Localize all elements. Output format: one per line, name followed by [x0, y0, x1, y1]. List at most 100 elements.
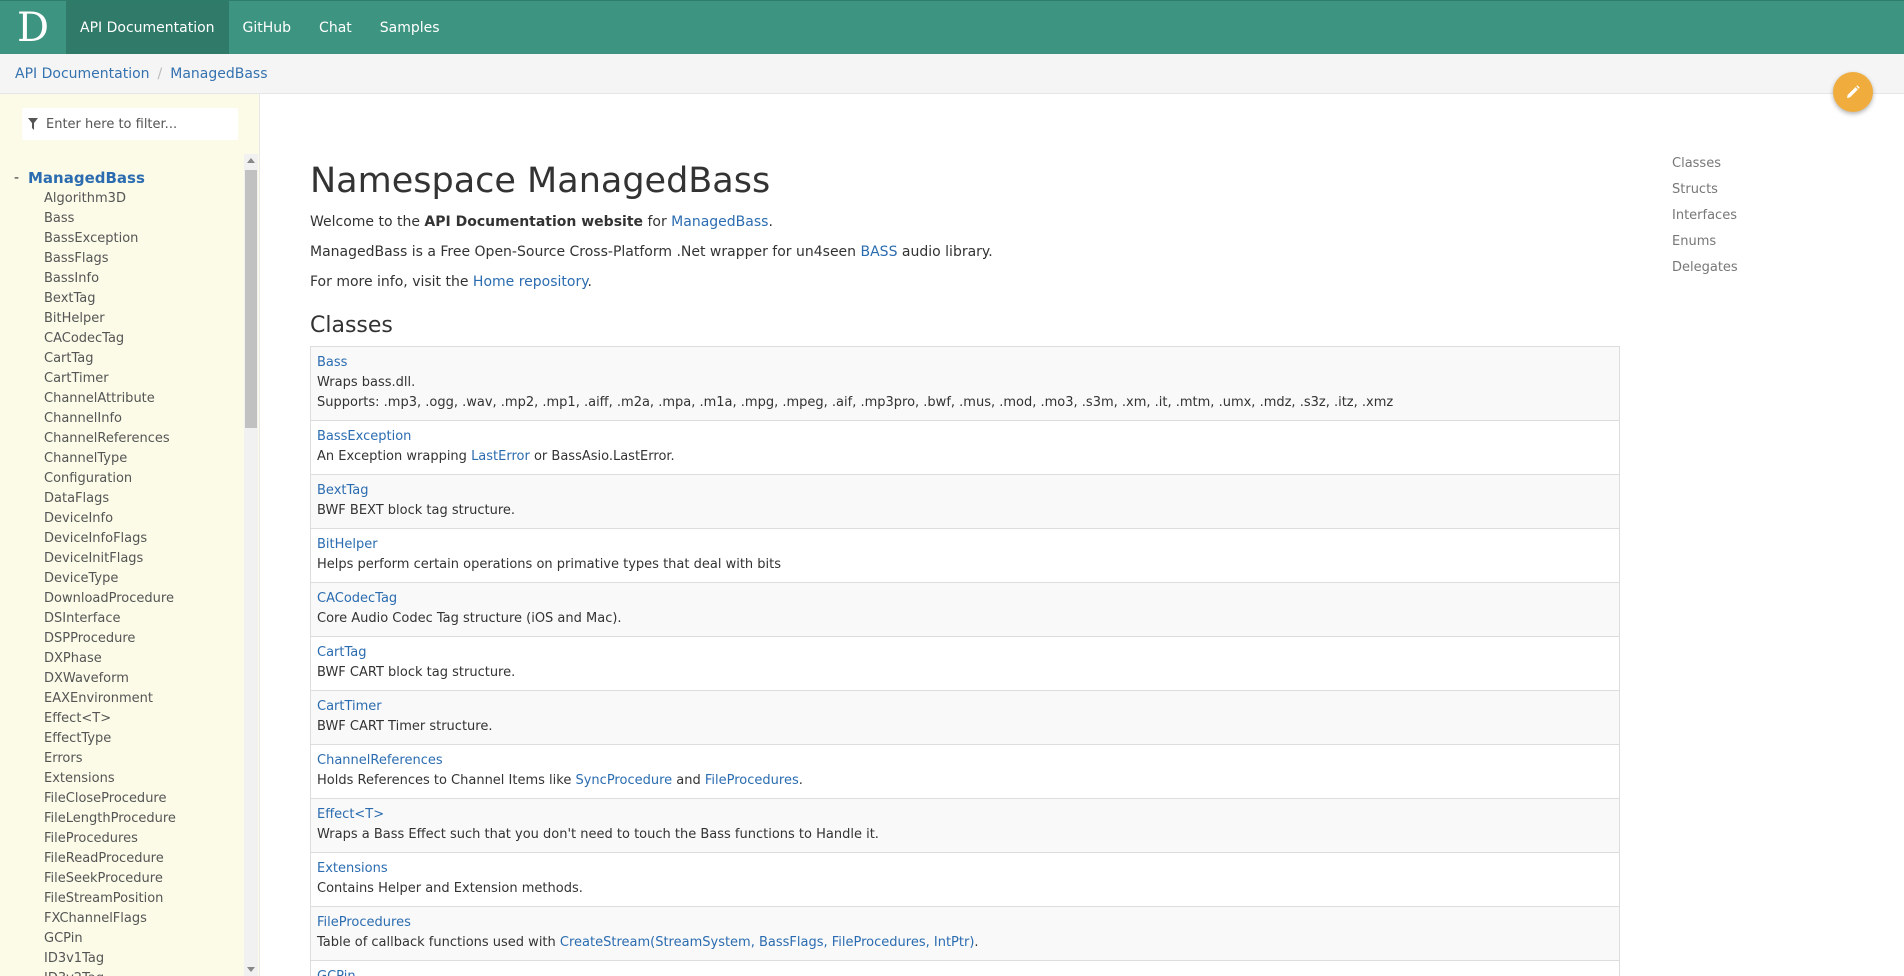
- docfx-logo[interactable]: D: [0, 1, 66, 54]
- filter-icon: [28, 118, 38, 130]
- toc-item[interactable]: DeviceType: [44, 569, 244, 589]
- toc-item[interactable]: FileProcedures: [44, 829, 244, 849]
- toc-item[interactable]: FileSeekProcedure: [44, 869, 244, 889]
- intro-welcome: Welcome to the API Documentation website…: [310, 213, 1620, 231]
- toc-item[interactable]: DeviceInfo: [44, 509, 244, 529]
- class-link[interactable]: CartTimer: [317, 699, 382, 714]
- filter-box: [22, 108, 238, 140]
- class-description: Wraps bass.dll.: [317, 374, 416, 390]
- toc-item[interactable]: CartTag: [44, 349, 244, 369]
- toc-item[interactable]: Extensions: [44, 769, 244, 789]
- class-link[interactable]: Bass: [317, 355, 347, 370]
- intro-text: for: [643, 213, 672, 230]
- toc-item[interactable]: Bass: [44, 209, 244, 229]
- class-link[interactable]: BitHelper: [317, 537, 378, 552]
- toc-item[interactable]: FileLengthProcedure: [44, 809, 244, 829]
- table-row: GCPinWrapper for pinned allocation using…: [311, 959, 1619, 976]
- toc-item[interactable]: DataFlags: [44, 489, 244, 509]
- table-row: Bass Wraps bass.dll. Supports: .mp3, .ogg,…: [311, 346, 1619, 420]
- toc-item[interactable]: BassException: [44, 229, 244, 249]
- description-link[interactable]: CreateStream(StreamSystem, BassFlags, Fi…: [560, 935, 975, 950]
- nav-chat[interactable]: Chat: [305, 1, 366, 54]
- affix-link-enums[interactable]: Enums: [1672, 232, 1738, 258]
- class-link[interactable]: CACodecTag: [317, 591, 397, 606]
- toc-item[interactable]: BitHelper: [44, 309, 244, 329]
- intro-bold: API Documentation website: [424, 213, 644, 230]
- intro-text: .: [587, 273, 592, 290]
- toc-item[interactable]: FileCloseProcedure: [44, 789, 244, 809]
- affix-link-interfaces[interactable]: Interfaces: [1672, 206, 1738, 232]
- class-description: Wraps a Bass Effect such that you don't …: [317, 826, 879, 842]
- scroll-up-icon[interactable]: [247, 158, 255, 163]
- intro-text: For more info, visit the: [310, 273, 473, 290]
- toc-item[interactable]: FXChannelFlags: [44, 909, 244, 929]
- table-row: BassException An Exception wrapping LastE…: [311, 419, 1619, 474]
- sidebar-scrollbar[interactable]: [244, 154, 258, 976]
- affix-link-structs[interactable]: Structs: [1672, 180, 1738, 206]
- scrollbar-thumb[interactable]: [245, 170, 257, 428]
- affix-link-delegates[interactable]: Delegates: [1672, 258, 1738, 284]
- toc-item[interactable]: Effect<T>: [44, 709, 244, 729]
- class-link[interactable]: GCPin: [317, 969, 356, 976]
- description-link[interactable]: FileProcedures: [705, 773, 799, 788]
- intro: Welcome to the API Documentation website…: [310, 213, 1620, 291]
- nav-api-documentation[interactable]: API Documentation: [66, 1, 229, 54]
- toc-item[interactable]: BassFlags: [44, 249, 244, 269]
- toc-item[interactable]: BassInfo: [44, 269, 244, 289]
- class-link[interactable]: Effect<T>: [317, 807, 384, 822]
- nav-github[interactable]: GitHub: [229, 1, 306, 54]
- class-link[interactable]: BassException: [317, 429, 411, 444]
- toc-item[interactable]: FileReadProcedure: [44, 849, 244, 869]
- toc-root[interactable]: - ManagedBass: [14, 169, 244, 187]
- class-link[interactable]: BextTag: [317, 483, 369, 498]
- toc-item[interactable]: ChannelAttribute: [44, 389, 244, 409]
- toc-item[interactable]: EAXEnvironment: [44, 689, 244, 709]
- nav-samples[interactable]: Samples: [366, 1, 454, 54]
- managedbass-link[interactable]: ManagedBass: [671, 214, 768, 230]
- toc-item[interactable]: Errors: [44, 749, 244, 769]
- class-link[interactable]: ChannelReferences: [317, 753, 443, 768]
- collapse-icon[interactable]: -: [14, 170, 28, 186]
- class-link[interactable]: FileProcedures: [317, 915, 411, 930]
- toc-item[interactable]: Algorithm3D: [44, 189, 244, 209]
- filter-input[interactable]: [46, 116, 226, 132]
- scroll-down-icon[interactable]: [247, 967, 255, 972]
- toc-item[interactable]: DXWaveform: [44, 669, 244, 689]
- toc-item[interactable]: ChannelInfo: [44, 409, 244, 429]
- toc-item[interactable]: DSInterface: [44, 609, 244, 629]
- class-link[interactable]: CartTag: [317, 645, 367, 660]
- toc-item[interactable]: Configuration: [44, 469, 244, 489]
- toc-root-label[interactable]: ManagedBass: [28, 169, 145, 187]
- toc-item[interactable]: DeviceInfoFlags: [44, 529, 244, 549]
- table-row: Extensions Contains Helper and Extension …: [311, 851, 1619, 906]
- main-content: Namespace ManagedBass Welcome to the API…: [310, 94, 1620, 976]
- toc-item[interactable]: CartTimer: [44, 369, 244, 389]
- toc-item[interactable]: GCPin: [44, 929, 244, 949]
- edit-button[interactable]: [1833, 72, 1873, 112]
- toc-item[interactable]: ChannelType: [44, 449, 244, 469]
- table-row: ChannelReferences Holds References to Cha…: [311, 743, 1619, 798]
- toc-item[interactable]: DownloadProcedure: [44, 589, 244, 609]
- description-text: Holds References to Channel Items like: [317, 772, 576, 788]
- bass-link[interactable]: BASS: [861, 244, 898, 260]
- toc-item[interactable]: ID3v2Tag: [44, 969, 244, 976]
- toc-item[interactable]: EffectType: [44, 729, 244, 749]
- toc-item[interactable]: DSPProcedure: [44, 629, 244, 649]
- toc-list: Algorithm3D Bass BassException BassFlags Bas…: [44, 189, 244, 976]
- home-repository-link[interactable]: Home repository: [473, 274, 588, 290]
- description-text: or BassAsio.LastError.: [529, 448, 675, 464]
- breadcrumb-managedbass[interactable]: ManagedBass: [170, 66, 267, 82]
- description-link[interactable]: LastError: [471, 449, 530, 464]
- intro-more-info: For more info, visit the Home repository…: [310, 273, 1620, 291]
- toc-item[interactable]: CACodecTag: [44, 329, 244, 349]
- toc-item[interactable]: ID3v1Tag: [44, 949, 244, 969]
- toc-item[interactable]: FileStreamPosition: [44, 889, 244, 909]
- affix-link-classes[interactable]: Classes: [1672, 154, 1738, 180]
- toc-item[interactable]: DXPhase: [44, 649, 244, 669]
- class-link[interactable]: Extensions: [317, 861, 388, 876]
- description-link[interactable]: SyncProcedure: [575, 773, 672, 788]
- breadcrumb-api-documentation[interactable]: API Documentation: [15, 66, 150, 82]
- toc-item[interactable]: ChannelReferences: [44, 429, 244, 449]
- toc-item[interactable]: BextTag: [44, 289, 244, 309]
- toc-item[interactable]: DeviceInitFlags: [44, 549, 244, 569]
